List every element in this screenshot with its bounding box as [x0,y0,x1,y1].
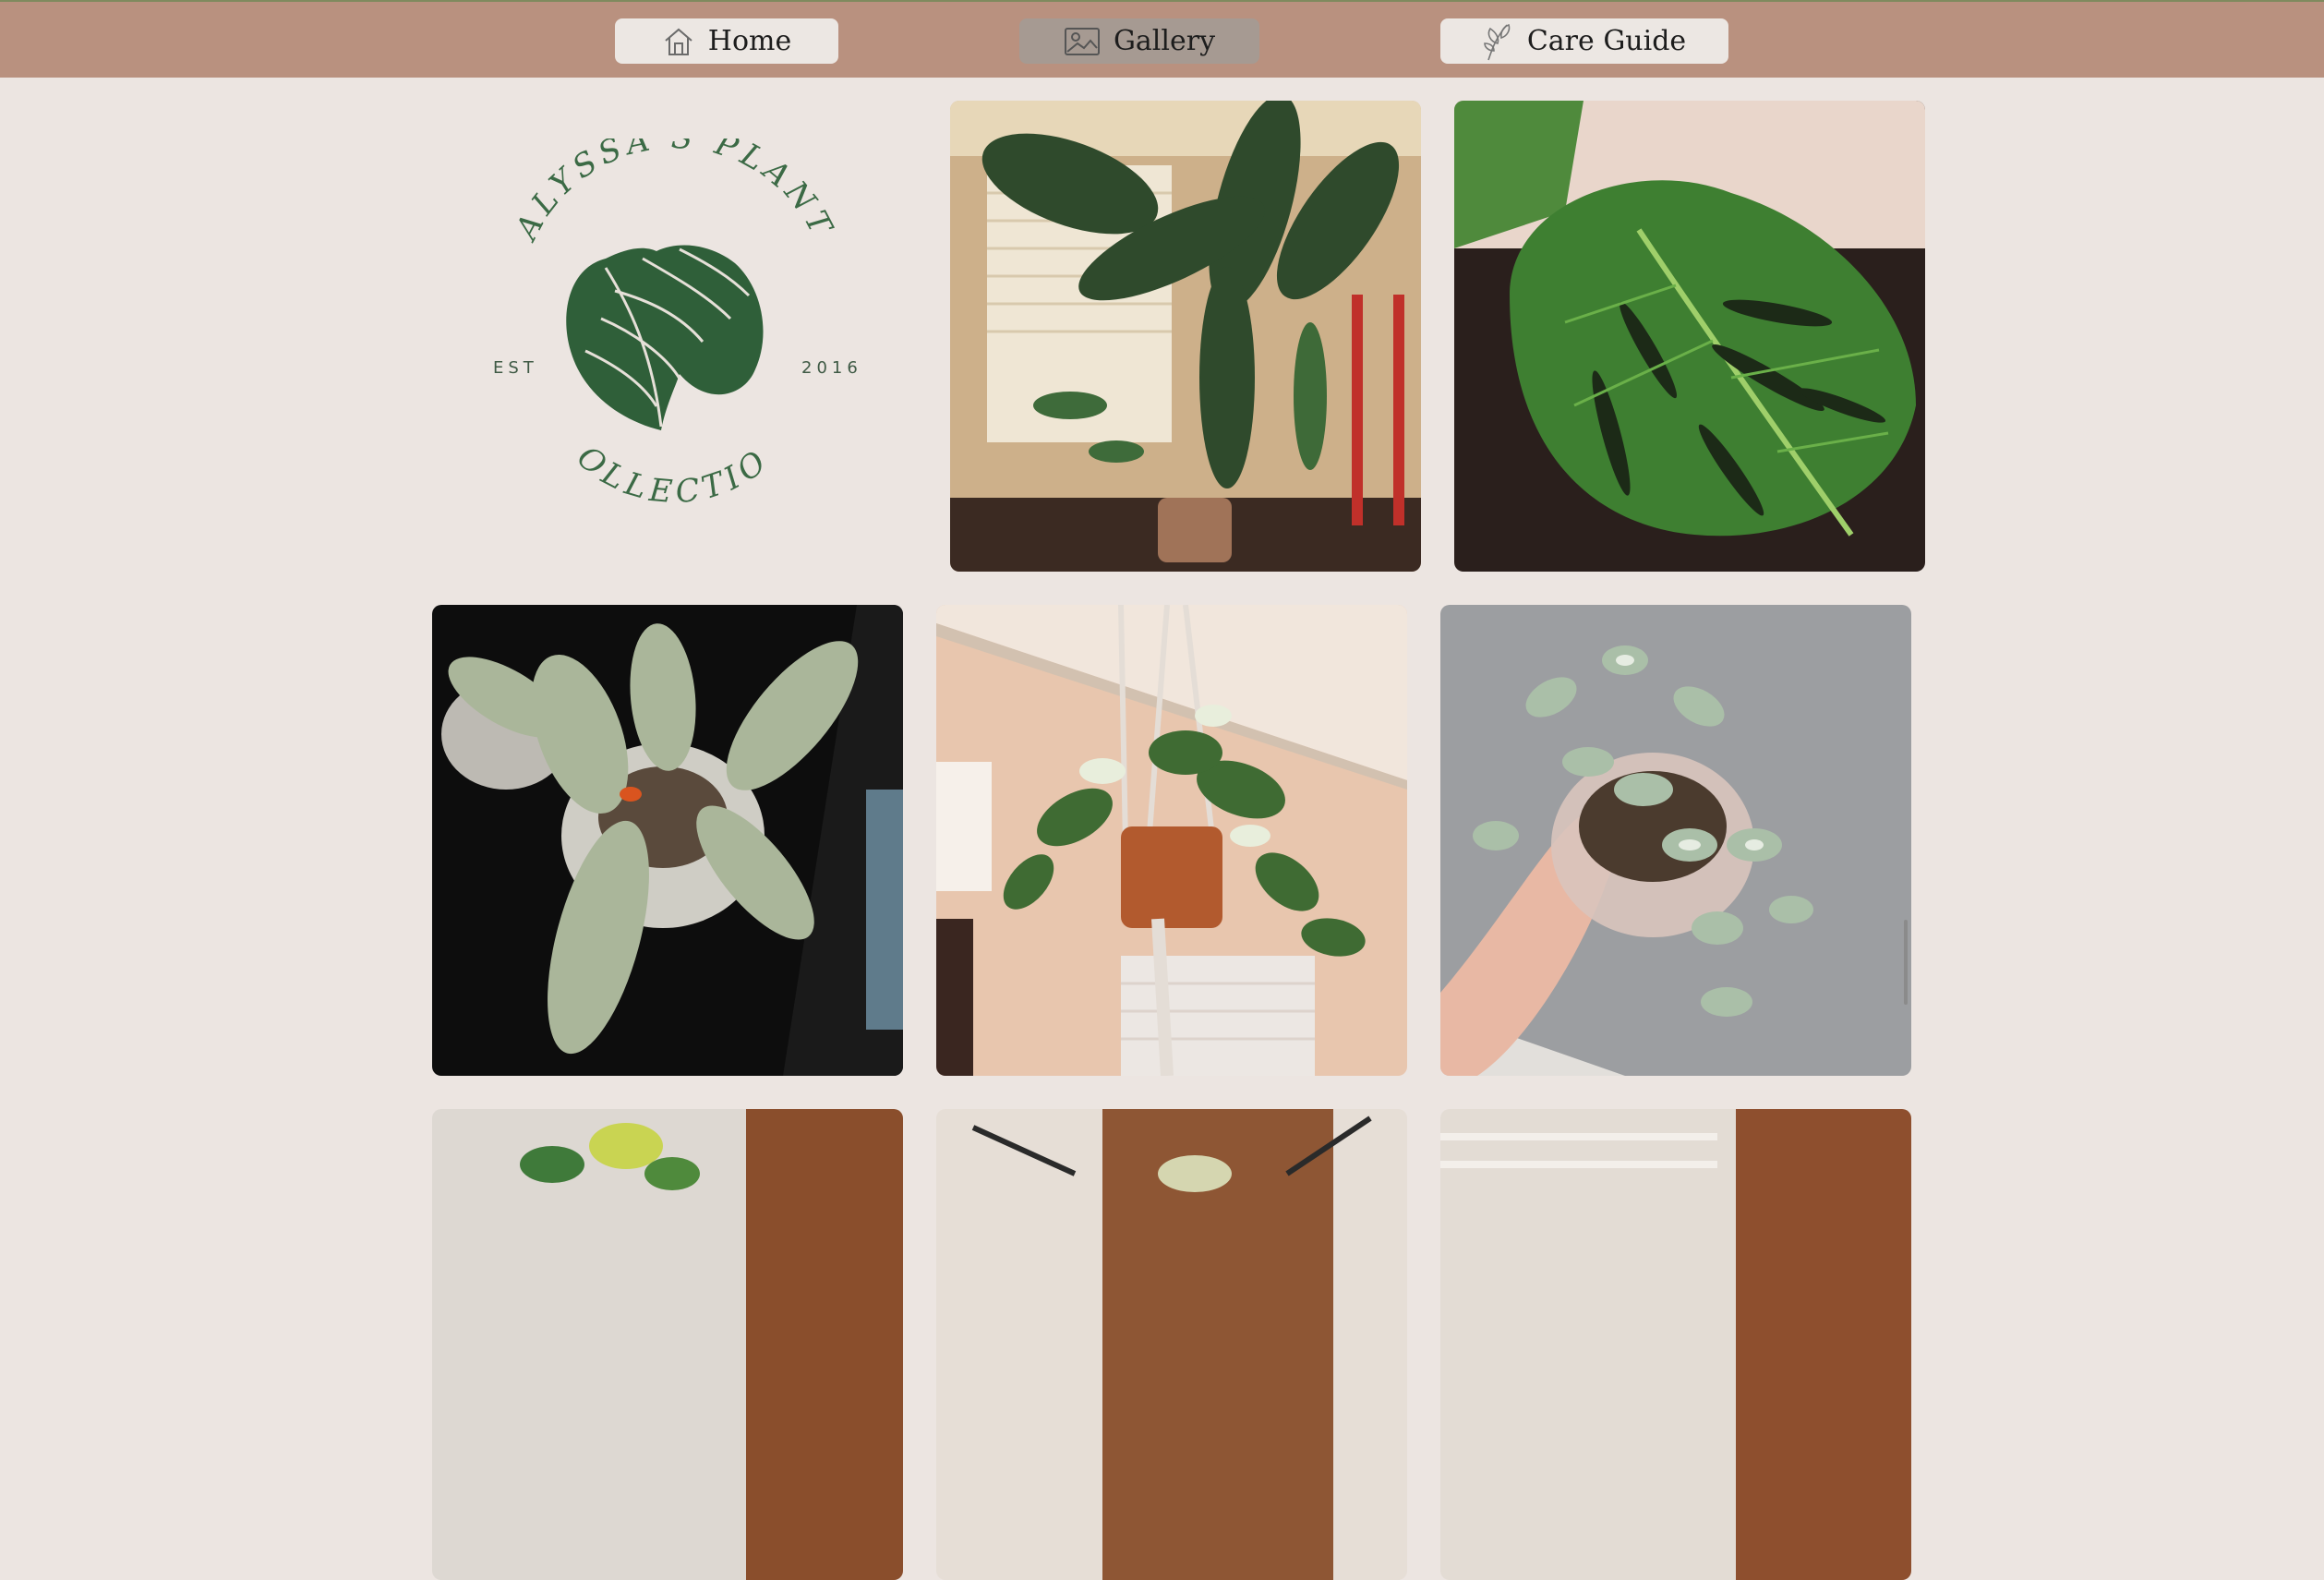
nav-gallery-label: Gallery [1113,25,1216,57]
house-icon [665,28,692,55]
hoya-in-hand-photo[interactable] [1440,605,1911,1076]
logo-top-text: ALYSSA'S PLANT [507,139,841,247]
leaf-sketch-icon [1484,23,1511,60]
collection-logo: ALYSSA'S PLANT COLLECTION EST 2016 [450,110,883,526]
nav-home-button[interactable]: Home [615,18,838,64]
nav-care-guide-label: Care Guide [1526,25,1687,57]
nav-home-label: Home [707,25,792,57]
vertical-scrollbar[interactable] [1904,920,1908,1005]
picture-icon [1064,27,1100,55]
hanging-pothos-photo[interactable] [936,605,1407,1076]
logo-year-text: 2016 [801,358,862,378]
bird-of-paradise-room-photo[interactable] [950,101,1421,572]
nav-gallery-button[interactable]: Gallery [1019,18,1259,64]
variegated-plant-stand-photo[interactable] [936,1109,1407,1580]
logo-est-text: EST [493,358,538,378]
nav-care-guide-button[interactable]: Care Guide [1440,18,1728,64]
monstera-leaf-photo[interactable] [1454,101,1925,572]
plant-by-window-photo[interactable] [1440,1109,1911,1580]
silver-philodendron-photo[interactable] [432,605,903,1076]
top-navbar: Home Gallery Care Guide [0,0,2324,78]
dieffenbachia-photo[interactable] [432,1109,903,1580]
monstera-leaf-icon [566,245,764,430]
